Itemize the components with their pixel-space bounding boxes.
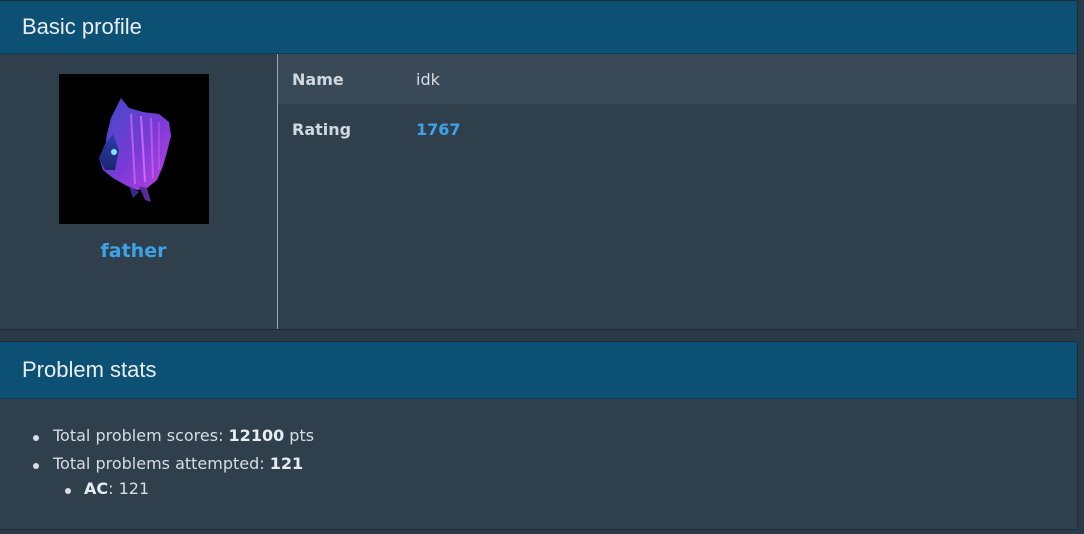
basic-profile-title: Basic profile [22,14,142,39]
profile-avatar-column: father [0,54,278,329]
problem-stats-header: Problem stats [0,342,1077,399]
info-value-rating[interactable]: 1767 [416,120,461,139]
stat-total-scores: Total problem scores: 12100 pts [53,426,314,445]
stat-attempted-label: Total problems attempted: [53,454,270,473]
problem-stats-panel: Problem stats Total problem scores: 1210… [0,341,1078,530]
stat-ac-label: AC [84,479,109,498]
info-key-name: Name [292,69,344,89]
info-row-name: Name idk [278,54,1077,104]
stat-attempted-value: 121 [269,454,304,473]
bullet-icon [65,488,71,494]
info-row-rating: Rating 1767 [278,104,1077,154]
stat-ac: AC: 121 [84,479,149,498]
stat-total-scores-value: 12100 [228,426,285,445]
avatar-image [99,98,171,202]
info-key-rating: Rating [292,119,352,139]
stat-total-scores-label: Total problem scores: [53,426,229,445]
basic-profile-header: Basic profile [0,1,1077,54]
avatar [59,74,209,224]
stat-attempted: Total problems attempted: 121 [53,454,303,473]
problem-stats-body: Total problem scores: 12100 pts Total pr… [0,399,1077,529]
basic-profile-panel: Basic profile father Name idk Rating 176… [0,0,1078,330]
stat-ac-value: : 121 [108,479,150,498]
bullet-icon [33,463,39,469]
bullet-icon [33,435,39,441]
problem-stats-title: Problem stats [22,357,157,382]
profile-body: father Name idk Rating 1767 [0,54,1077,329]
stat-total-scores-unit: pts [284,426,315,445]
username-link[interactable]: father [0,240,267,262]
info-value-name: idk [416,69,440,89]
